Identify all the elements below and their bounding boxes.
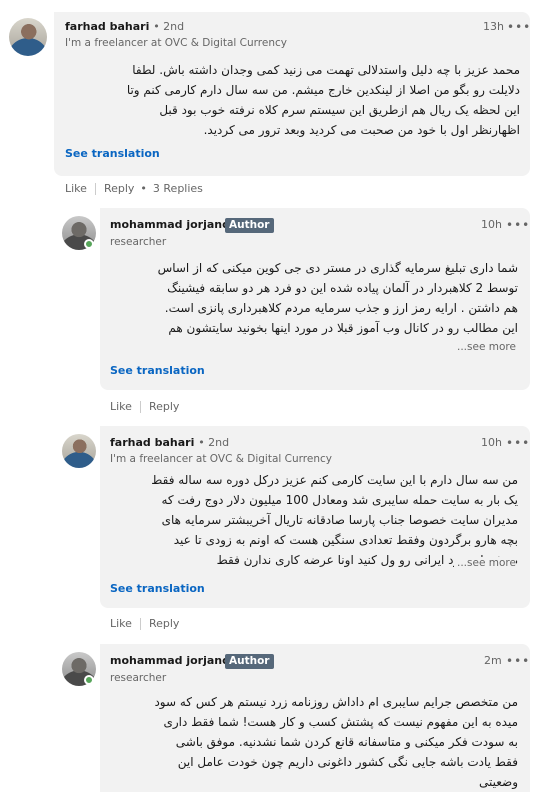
more-options-icon[interactable]: •••	[507, 21, 531, 33]
separator-dot: •	[140, 182, 147, 195]
comment-text: محمد عزیز با چه دلیل واستدلالی تهمت می ز…	[126, 63, 520, 137]
see-more-link[interactable]: ...see more	[454, 557, 516, 569]
timestamp: 10h	[481, 436, 502, 449]
see-translation-link[interactable]: See translation	[110, 364, 205, 377]
comment-bubble: farhad bahari • 2nd I'm a freelancer at …	[54, 12, 530, 176]
author-name[interactable]: farhad bahari • 2nd	[65, 20, 184, 33]
avatar[interactable]	[62, 434, 96, 468]
author-headline: researcher	[110, 672, 167, 684]
more-options-icon[interactable]: •••	[506, 655, 530, 667]
author-badge: Author	[225, 218, 274, 233]
timestamp: 2m	[484, 654, 502, 667]
timestamp: 10h	[481, 218, 502, 231]
comment-bubble: farhad bahari • 2nd I'm a freelancer at …	[100, 426, 530, 608]
comment-actions: Like Reply	[110, 400, 179, 413]
replies-count-link[interactable]: 3 Replies	[153, 182, 203, 195]
like-button[interactable]: Like	[110, 400, 132, 413]
comment-text: شما داری تبلیغ سرمایه گذاری در مستر دی ج…	[157, 261, 518, 335]
divider	[94, 182, 96, 195]
comment-actions: Like Reply • 3 Replies	[65, 182, 203, 195]
avatar[interactable]	[9, 18, 47, 56]
author-badge: Author	[225, 654, 274, 669]
author-headline: I'm a freelancer at OVC & Digital Curren…	[65, 37, 287, 49]
more-options-icon[interactable]: •••	[506, 219, 530, 231]
comment-actions: Like Reply	[110, 617, 179, 630]
like-button[interactable]: Like	[110, 617, 132, 630]
author-headline: researcher	[110, 236, 167, 248]
author-headline: I'm a freelancer at OVC & Digital Curren…	[110, 453, 332, 465]
comment-bubble: mohammad jorjandi Author researcher 10h …	[100, 208, 530, 390]
connection-degree: • 2nd	[153, 20, 185, 33]
divider	[139, 617, 141, 630]
online-status-indicator	[84, 239, 94, 249]
see-translation-link[interactable]: See translation	[65, 147, 160, 160]
see-more-link[interactable]: ...see more	[454, 341, 516, 353]
reply-button[interactable]: Reply	[149, 617, 179, 630]
timestamp: 13h	[483, 20, 504, 33]
comment-bubble: mohammad jorjandi Author researcher 2m •…	[100, 644, 530, 792]
comment-text: من سه سال دارم با این سایت کارمی کنم عزی…	[151, 473, 518, 567]
reply-button[interactable]: Reply	[104, 182, 134, 195]
see-translation-link[interactable]: See translation	[110, 582, 205, 595]
reply-button[interactable]: Reply	[149, 400, 179, 413]
more-options-icon[interactable]: •••	[506, 437, 530, 449]
online-status-indicator	[84, 675, 94, 685]
author-name[interactable]: mohammad jorjandi	[110, 654, 234, 667]
connection-degree: • 2nd	[198, 436, 230, 449]
comment-text: من متخصص جرایم سایبری ام داداش روزنامه ز…	[154, 695, 518, 789]
like-button[interactable]: Like	[65, 182, 87, 195]
author-name[interactable]: mohammad jorjandi	[110, 218, 234, 231]
divider	[139, 400, 141, 413]
author-name[interactable]: farhad bahari • 2nd	[110, 436, 229, 449]
